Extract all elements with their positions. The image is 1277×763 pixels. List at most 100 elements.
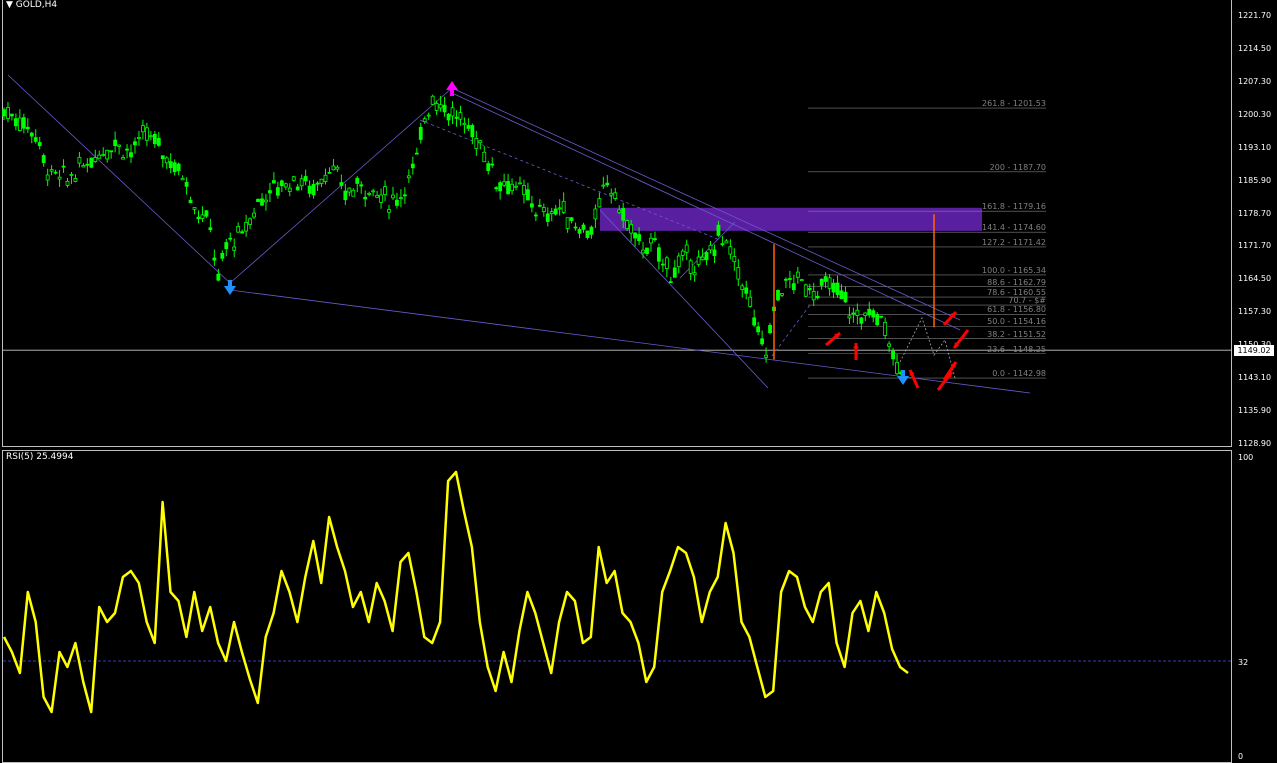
candle-body — [879, 315, 884, 318]
candle-body — [625, 220, 630, 230]
price-tick-label: 1164.50 — [1238, 274, 1272, 284]
candle-body — [486, 163, 491, 171]
candle-body — [780, 293, 784, 296]
projection-path — [899, 316, 956, 379]
candle-body — [791, 283, 796, 290]
candle-body — [347, 187, 352, 193]
candle-body — [410, 163, 415, 169]
candle-body — [339, 182, 344, 186]
candle-body — [319, 178, 324, 184]
candle-body — [760, 338, 765, 345]
candle-body — [700, 256, 705, 261]
candle-body — [61, 165, 66, 168]
candle-body — [402, 194, 407, 197]
candle-body — [391, 194, 395, 199]
candle-body — [367, 193, 372, 195]
candle-body — [184, 181, 189, 187]
price-tick-label: 1214.50 — [1238, 43, 1272, 53]
sell-signal-icon — [446, 81, 458, 96]
trend-line — [7, 74, 231, 284]
trend-line — [229, 289, 1031, 394]
candle-body — [867, 308, 872, 316]
candle-body — [541, 207, 546, 212]
candle-body — [637, 234, 641, 242]
candle-body — [510, 183, 514, 192]
price-tick-label: 1143.10 — [1238, 373, 1272, 383]
rsi-series-line — [2, 470, 909, 714]
candle-body — [375, 194, 380, 198]
candle-body — [399, 197, 403, 200]
candle-body — [506, 181, 510, 195]
candle-body — [89, 157, 94, 168]
candle-body — [577, 229, 582, 234]
candle-body — [406, 175, 411, 179]
candle-body — [470, 125, 475, 138]
candle-body — [152, 133, 157, 145]
candle-body — [581, 224, 586, 230]
candle-body — [446, 113, 451, 121]
trend-line — [771, 304, 811, 357]
candle-body — [712, 249, 717, 256]
price-tick-label: 1171.70 — [1238, 241, 1272, 251]
candle-body — [244, 221, 249, 232]
candle-body — [359, 184, 364, 187]
candle-body — [518, 182, 522, 185]
fib-level-label: 127.2 - 1171.42 — [982, 237, 1046, 247]
candle-body — [819, 278, 824, 286]
price-tick-label: 1221.70 — [1238, 11, 1272, 20]
fib-level-label: 23.6 - 1148.25 — [987, 344, 1046, 354]
candle-body — [14, 118, 18, 127]
candle-body — [141, 125, 145, 133]
candle-body — [664, 257, 669, 269]
candle-body — [287, 187, 292, 192]
candle-body — [236, 225, 241, 233]
candle-body — [77, 156, 82, 164]
candle-body — [553, 208, 558, 215]
candle-body — [224, 242, 229, 250]
candle-body — [482, 151, 487, 163]
candle-body — [891, 350, 895, 360]
candle-body — [672, 267, 677, 278]
candle-body — [561, 200, 566, 213]
candle-body — [855, 309, 860, 316]
chart-title: ▼ GOLD,H4 — [6, 0, 57, 11]
candle-body — [379, 194, 383, 203]
candle-body — [565, 217, 570, 229]
candle-body — [260, 198, 264, 206]
candle-body — [462, 122, 467, 125]
candle-body — [97, 154, 102, 159]
candle-body — [299, 178, 304, 187]
candle-body — [807, 288, 812, 291]
price-tick-label: 1200.30 — [1238, 109, 1272, 119]
candle-body — [176, 163, 181, 172]
candle-body — [117, 144, 122, 147]
candle-body — [65, 180, 70, 186]
candle-body — [537, 204, 542, 207]
candle-body — [422, 118, 427, 123]
candle-body — [144, 127, 149, 141]
candle-body — [787, 278, 792, 280]
candle-body — [69, 173, 74, 176]
triangle-down-icon[interactable]: ▼ — [6, 0, 13, 10]
fib-level-label: 261.8 - 1201.53 — [982, 99, 1046, 109]
candle-body — [617, 209, 622, 213]
trend-line — [599, 209, 769, 389]
candle-body — [708, 244, 713, 251]
candle-body — [196, 216, 201, 220]
candle-body — [180, 177, 185, 181]
fib-level-label: 141.4 - 1174.60 — [982, 223, 1046, 233]
candle-body — [728, 246, 733, 255]
candle-body — [514, 185, 518, 188]
candle-body — [557, 207, 562, 210]
candle-body — [41, 155, 46, 164]
price-tick-label: 1185.90 — [1238, 175, 1272, 185]
fib-level-label: 61.8 - 1156.80 — [987, 305, 1046, 315]
candle-body — [49, 169, 54, 172]
candle-body — [275, 187, 280, 196]
fib-level-label: 100.0 - 1165.34 — [982, 265, 1046, 275]
current-price-badge: 1149.02 — [1234, 345, 1274, 356]
candle-body — [383, 186, 387, 196]
candle-body — [597, 198, 602, 208]
candle-body — [188, 199, 193, 204]
rsi-indicator-label: RSI(5) 25.4994 — [6, 452, 74, 462]
